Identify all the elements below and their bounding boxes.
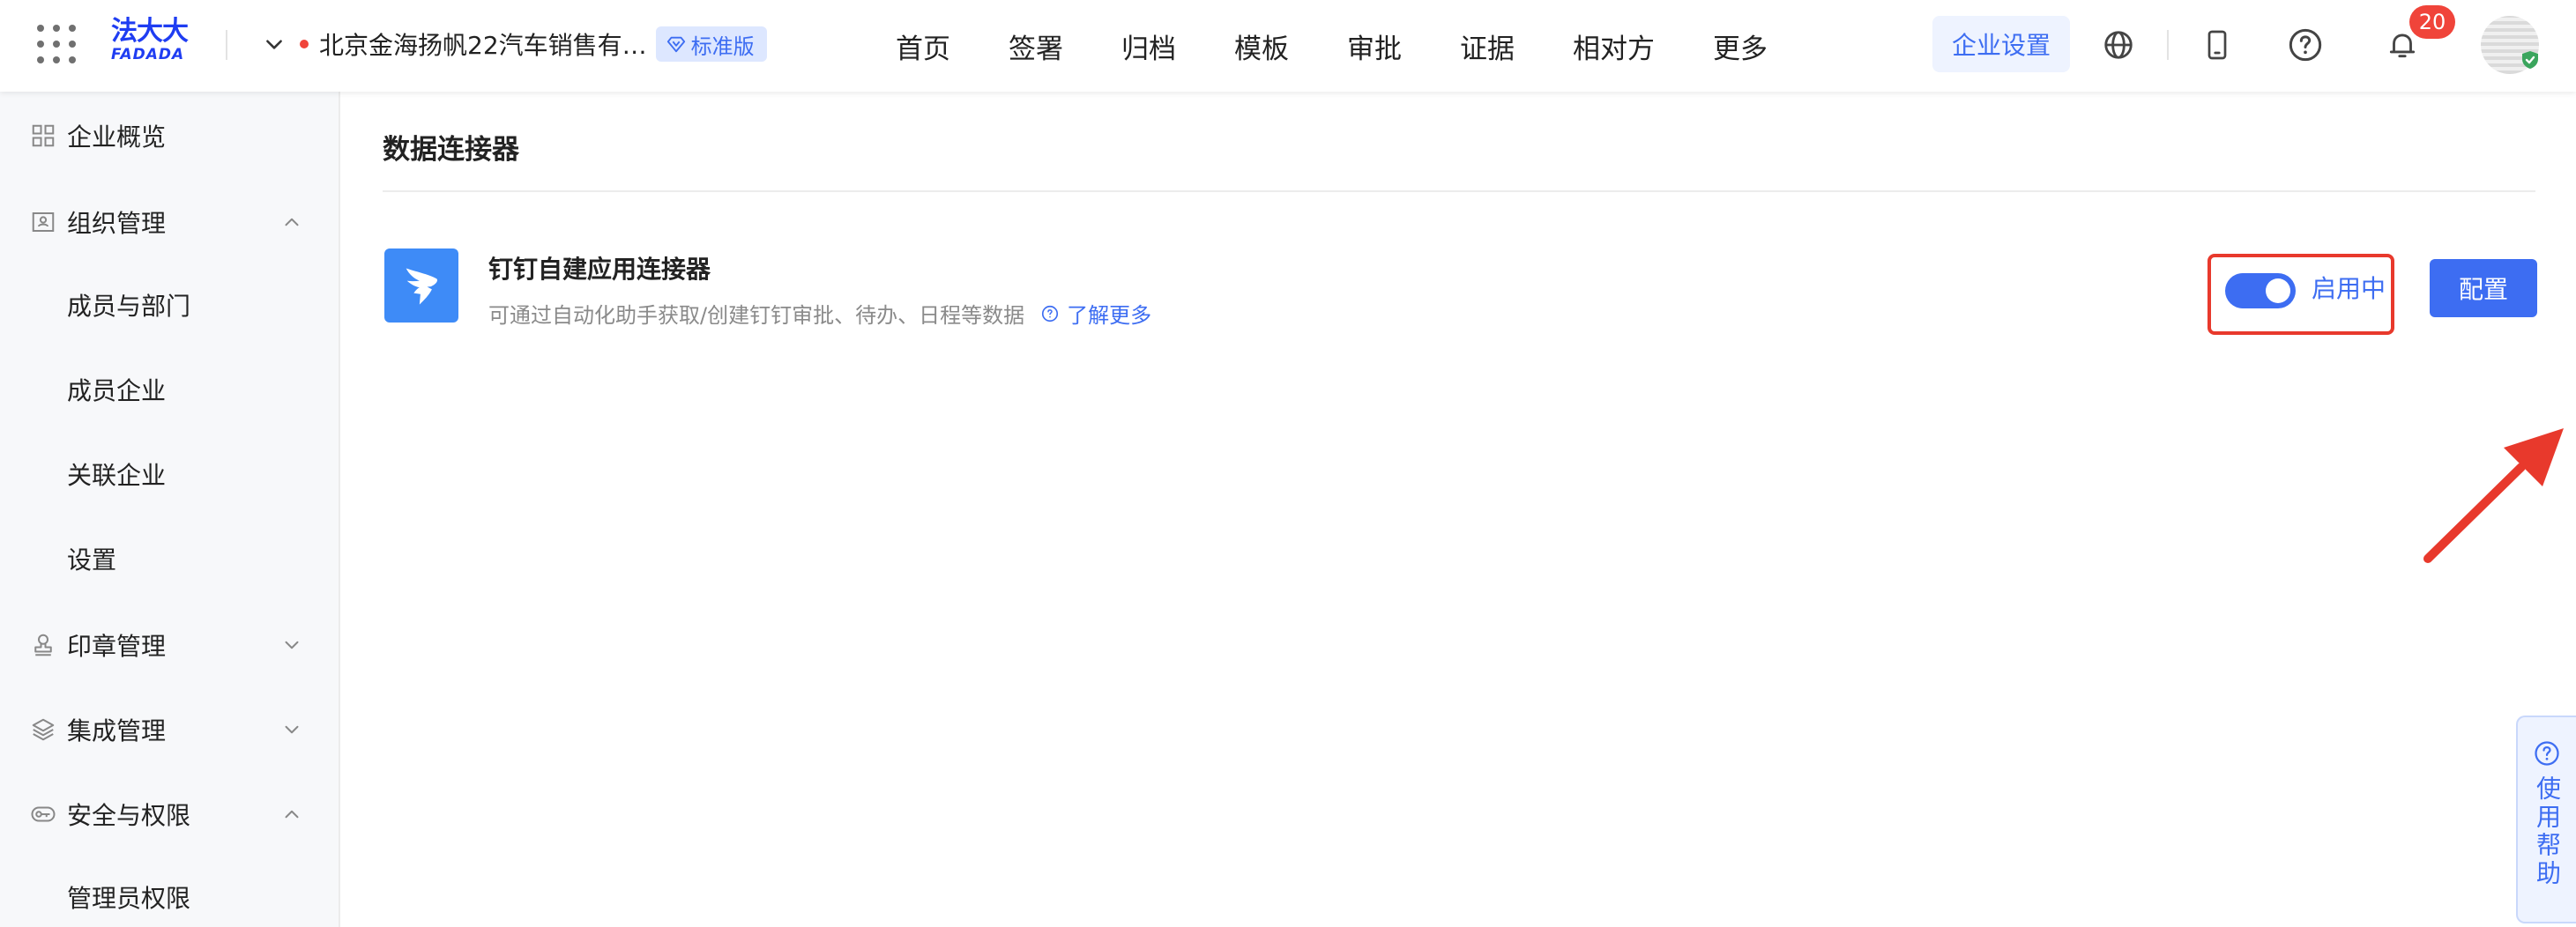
layers-icon bbox=[32, 718, 55, 741]
config-button[interactable]: 配置 bbox=[2430, 259, 2537, 317]
learn-more-label: 了解更多 bbox=[1067, 303, 1152, 328]
main-nav: 首页 签署 归档 模板 审批 证据 相对方 更多 bbox=[896, 21, 1768, 70]
sidebar-item-members-depts[interactable]: 成员与部门 bbox=[0, 278, 340, 331]
header-divider bbox=[226, 30, 227, 60]
mobile-icon[interactable] bbox=[2197, 25, 2237, 65]
chevron-down-icon bbox=[285, 725, 299, 734]
main-content: 数据连接器 钉钉自建应用连接器 可通过自动化助手获取/创建钉钉审批、待办、日程等… bbox=[342, 92, 2576, 927]
company-name: 北京金海扬帆22汽车销售有… bbox=[319, 31, 647, 60]
enterprise-settings-button[interactable]: 企业设置 bbox=[1932, 16, 2070, 72]
help-label: 使用帮助 bbox=[2533, 775, 2562, 888]
chevron-down-icon bbox=[266, 40, 282, 49]
sidebar-item-security[interactable]: 安全与权限 bbox=[0, 788, 340, 841]
edition-badge: 标准版 bbox=[655, 26, 767, 62]
company-switcher[interactable]: 北京金海扬帆22汽车销售有… 标准版 bbox=[263, 25, 767, 63]
sidebar-item-label: 管理员权限 bbox=[67, 884, 191, 913]
sidebar-item-settings[interactable]: 设置 bbox=[0, 532, 340, 585]
nav-approval[interactable]: 审批 bbox=[1347, 26, 1402, 66]
app-grid-icon[interactable] bbox=[37, 25, 76, 63]
title-divider bbox=[383, 190, 2535, 192]
sidebar-item-label: 设置 bbox=[67, 545, 117, 575]
nav-counterparty[interactable]: 相对方 bbox=[1573, 26, 1655, 66]
chevron-up-icon bbox=[285, 218, 299, 226]
chevron-up-icon bbox=[285, 810, 299, 819]
sidebar-item-label: 企业概览 bbox=[67, 122, 167, 152]
key-icon bbox=[31, 806, 56, 822]
seal-stamp-icon bbox=[34, 634, 52, 656]
sidebar-item-label: 成员与部门 bbox=[67, 292, 191, 321]
sidebar: 企业概览 组织管理 成员与部门 成员企业 关联企业 设置 印章管理 集成管理 安… bbox=[0, 92, 340, 927]
nav-template[interactable]: 模板 bbox=[1234, 26, 1289, 66]
page-title: 数据连接器 bbox=[383, 134, 519, 166]
chevron-down-icon bbox=[285, 641, 299, 649]
connector-description: 可通过自动化助手获取/创建钉钉审批、待办、日程等数据 了解更多 bbox=[488, 298, 1151, 329]
nav-home[interactable]: 首页 bbox=[896, 26, 950, 66]
sidebar-item-seal[interactable]: 印章管理 bbox=[0, 619, 340, 671]
annotation-arrow-icon bbox=[2423, 428, 2564, 563]
sidebar-item-label: 集成管理 bbox=[67, 716, 167, 745]
sidebar-item-admin-permissions[interactable]: 管理员权限 bbox=[0, 871, 340, 923]
learn-more-link[interactable]: 了解更多 bbox=[1040, 298, 1151, 329]
org-card-icon bbox=[32, 212, 55, 232]
nav-more[interactable]: 更多 bbox=[1713, 26, 1768, 66]
sidebar-item-label: 关联企业 bbox=[67, 461, 167, 490]
sidebar-item-label: 安全与权限 bbox=[67, 801, 191, 830]
connector-enable-toggle[interactable] bbox=[2225, 273, 2296, 308]
top-header: 法大大 FADADA 北京金海扬帆22汽车销售有… 标准版 首页 签署 归档 模… bbox=[0, 0, 2576, 92]
connector-title: 钉钉自建应用连接器 bbox=[488, 255, 711, 284]
nav-archive[interactable]: 归档 bbox=[1121, 26, 1176, 66]
nav-sign[interactable]: 签署 bbox=[1009, 26, 1063, 66]
help-tab[interactable]: 使用帮助 bbox=[2516, 716, 2576, 923]
sidebar-item-integration[interactable]: 集成管理 bbox=[0, 703, 340, 756]
nav-evidence[interactable]: 证据 bbox=[1460, 26, 1515, 66]
connector-description-text: 可通过自动化助手获取/创建钉钉审批、待办、日程等数据 bbox=[488, 303, 1025, 328]
dashboard-icon bbox=[32, 124, 55, 147]
diamond-icon bbox=[666, 36, 685, 53]
help-circle-icon[interactable] bbox=[2285, 25, 2326, 65]
sidebar-item-org[interactable]: 组织管理 bbox=[0, 196, 340, 248]
edition-label: 标准版 bbox=[690, 33, 755, 59]
help-circle-icon bbox=[2535, 741, 2559, 766]
info-circle-icon bbox=[1042, 305, 1059, 322]
sidebar-item-related-companies[interactable]: 关联企业 bbox=[0, 448, 340, 501]
dingtalk-logo-icon bbox=[384, 248, 458, 323]
verified-shield-icon bbox=[2522, 51, 2538, 69]
status-dot bbox=[300, 40, 309, 48]
notification-badge: 20 bbox=[2409, 5, 2455, 39]
header-divider bbox=[2167, 30, 2169, 60]
sidebar-item-label: 成员企业 bbox=[67, 376, 167, 405]
fadada-logo[interactable]: 法大大 FADADA bbox=[111, 18, 199, 67]
globe-icon[interactable] bbox=[2098, 25, 2139, 65]
sidebar-item-label: 印章管理 bbox=[67, 632, 167, 661]
sidebar-item-label: 组织管理 bbox=[67, 209, 167, 238]
sidebar-item-member-companies[interactable]: 成员企业 bbox=[0, 363, 340, 416]
toggle-knob bbox=[2266, 278, 2290, 303]
toggle-status-label: 启用中 bbox=[2312, 274, 2386, 303]
sidebar-item-overview[interactable]: 企业概览 bbox=[0, 109, 340, 162]
